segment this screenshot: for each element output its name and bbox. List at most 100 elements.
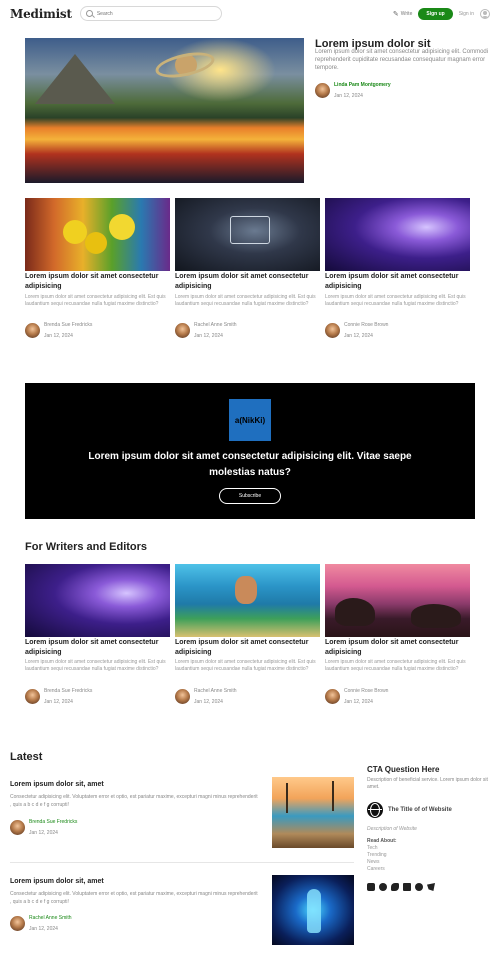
card-image[interactable]: [325, 564, 470, 637]
pencil-icon: ✎: [392, 10, 399, 18]
palm-tree-shape: [286, 783, 288, 813]
card-image[interactable]: [25, 198, 170, 271]
author-name[interactable]: Connie Rose Brown: [344, 322, 388, 328]
topic-links: Tech Trending News Careers: [367, 845, 387, 873]
section-heading: For Writers and Editors: [25, 541, 148, 553]
diver-shape: [235, 576, 257, 604]
latest-author[interactable]: Rachel Anne Smith Jan 12, 2024: [10, 915, 72, 932]
smiley-ball-shape: [109, 214, 135, 240]
medium-icon[interactable]: [391, 883, 399, 891]
twitter-icon[interactable]: [427, 883, 435, 891]
card-image[interactable]: [175, 198, 320, 271]
card-image[interactable]: [325, 198, 470, 271]
author-name[interactable]: Connie Rose Brown: [344, 688, 388, 694]
signup-button[interactable]: Sign up: [418, 7, 453, 20]
card-excerpt: Lorem ipsum dolor sit amet consectetur a…: [25, 659, 166, 672]
card-title[interactable]: Lorem ipsum dolor sit amet consectetur a…: [175, 638, 323, 658]
card-title[interactable]: Lorem ipsum dolor sit amet consectetur a…: [175, 272, 323, 292]
palm-tree-shape: [332, 781, 334, 811]
card-excerpt: Lorem ipsum dolor sit amet consectetur a…: [325, 659, 466, 672]
author-name[interactable]: Brenda Sue Fredricks: [44, 688, 92, 694]
social-links: [367, 883, 435, 891]
header-actions: ✎ Write Sign up Sign in: [393, 7, 490, 20]
search-icon: [85, 10, 93, 17]
section-heading: Latest: [10, 751, 43, 763]
card-author[interactable]: Rachel Anne Smith Jan 12, 2024: [175, 322, 237, 339]
facebook-icon[interactable]: [415, 883, 423, 891]
card-author[interactable]: Connie Rose Brown Jan 12, 2024: [325, 322, 388, 339]
write-label: Write: [400, 10, 413, 17]
latest-image[interactable]: [272, 777, 354, 848]
post-date: Jan 12, 2024: [194, 699, 223, 705]
avatar: [175, 323, 190, 338]
latest-excerpt: Consectetur adipisicing elit. Voluptatem…: [10, 794, 258, 808]
latest-excerpt: Consectetur adipisicing elit. Voluptatem…: [10, 891, 258, 905]
github-icon[interactable]: [379, 883, 387, 891]
card-image[interactable]: [25, 564, 170, 637]
card-title[interactable]: Lorem ipsum dolor sit amet consectetur a…: [325, 272, 473, 292]
subscribe-banner: a(NikKi) Lorem ipsum dolor sit amet cons…: [25, 383, 475, 519]
author-name[interactable]: Linda Pam Montgomery: [334, 82, 391, 88]
site-title[interactable]: The Title of of Website: [388, 807, 452, 813]
post-date: Jan 12, 2024: [344, 699, 373, 705]
smiley-ball-shape: [63, 220, 87, 244]
search-input[interactable]: [96, 10, 207, 17]
avatar: [25, 323, 40, 338]
card-excerpt: Lorem ipsum dolor sit amet consectetur a…: [175, 294, 316, 307]
avatar: [10, 916, 25, 931]
author-name[interactable]: Rachel Anne Smith: [194, 322, 237, 328]
latest-author[interactable]: Brenda Sue Fredricks Jan 12, 2024: [10, 819, 77, 836]
card-title[interactable]: Lorem ipsum dolor sit amet consectetur a…: [325, 638, 473, 658]
search-bar[interactable]: [79, 6, 222, 21]
topic-link-trending[interactable]: Trending: [367, 852, 387, 859]
avatar: [325, 323, 340, 338]
padlock-shape: [230, 216, 270, 244]
top-nav: Medimist ✎ Write Sign up Sign in: [0, 0, 500, 27]
card-author[interactable]: Brenda Sue Fredricks Jan 12, 2024: [25, 322, 92, 339]
latest-image[interactable]: [272, 875, 354, 945]
sidebar-description: Description of beneficial service. Lorem…: [367, 777, 488, 790]
card-author[interactable]: Connie Rose Brown Jan 12, 2024: [325, 688, 388, 705]
featured-image[interactable]: [25, 38, 304, 183]
avatar: [10, 820, 25, 835]
planet-ring-shape: [153, 48, 217, 82]
linkedin-icon[interactable]: [403, 883, 411, 891]
read-about-label: Read About:: [367, 838, 397, 844]
card-title[interactable]: Lorem ipsum dolor sit amet consectetur a…: [25, 638, 173, 658]
youtube-icon[interactable]: [367, 883, 375, 891]
banner-logo: a(NikKi): [229, 399, 271, 441]
site-logo[interactable]: Medimist: [10, 7, 72, 21]
topic-link-news[interactable]: News: [367, 859, 387, 866]
topic-link-tech[interactable]: Tech: [367, 845, 387, 852]
user-avatar-icon[interactable]: [480, 8, 490, 19]
rock-shape: [335, 598, 375, 626]
avatar: [25, 689, 40, 704]
sidebar-site[interactable]: The Title of of Website: [367, 802, 452, 818]
featured-author[interactable]: Linda Pam Montgomery Jan 12, 2024: [315, 82, 391, 99]
topic-link-careers[interactable]: Careers: [367, 866, 387, 873]
globe-icon: [367, 802, 383, 818]
latest-title[interactable]: Lorem ipsum dolor sit, amet: [10, 878, 260, 885]
post-date: Jan 12, 2024: [44, 699, 73, 705]
card-author[interactable]: Rachel Anne Smith Jan 12, 2024: [175, 688, 237, 705]
author-name[interactable]: Rachel Anne Smith: [194, 688, 237, 694]
card-excerpt: Lorem ipsum dolor sit amet consectetur a…: [25, 294, 166, 307]
post-date: Jan 12, 2024: [334, 93, 363, 99]
avatar: [325, 689, 340, 704]
divider: [10, 862, 354, 863]
post-date: Jan 12, 2024: [344, 333, 373, 339]
write-link[interactable]: ✎ Write: [393, 10, 412, 18]
avatar: [315, 83, 330, 98]
signin-link[interactable]: Sign in: [459, 11, 474, 17]
post-date: Jan 12, 2024: [194, 333, 223, 339]
author-name[interactable]: Brenda Sue Fredricks: [44, 322, 92, 328]
author-name[interactable]: Rachel Anne Smith: [29, 915, 72, 921]
card-image[interactable]: [175, 564, 320, 637]
latest-title[interactable]: Lorem ipsum dolor sit, amet: [10, 781, 260, 788]
author-name[interactable]: Brenda Sue Fredricks: [29, 819, 77, 825]
post-date: Jan 12, 2024: [29, 926, 58, 932]
card-author[interactable]: Brenda Sue Fredricks Jan 12, 2024: [25, 688, 92, 705]
card-title[interactable]: Lorem ipsum dolor sit amet consectetur a…: [25, 272, 173, 292]
mountain-shape: [35, 54, 115, 104]
subscribe-button[interactable]: Subscribe: [219, 488, 281, 504]
